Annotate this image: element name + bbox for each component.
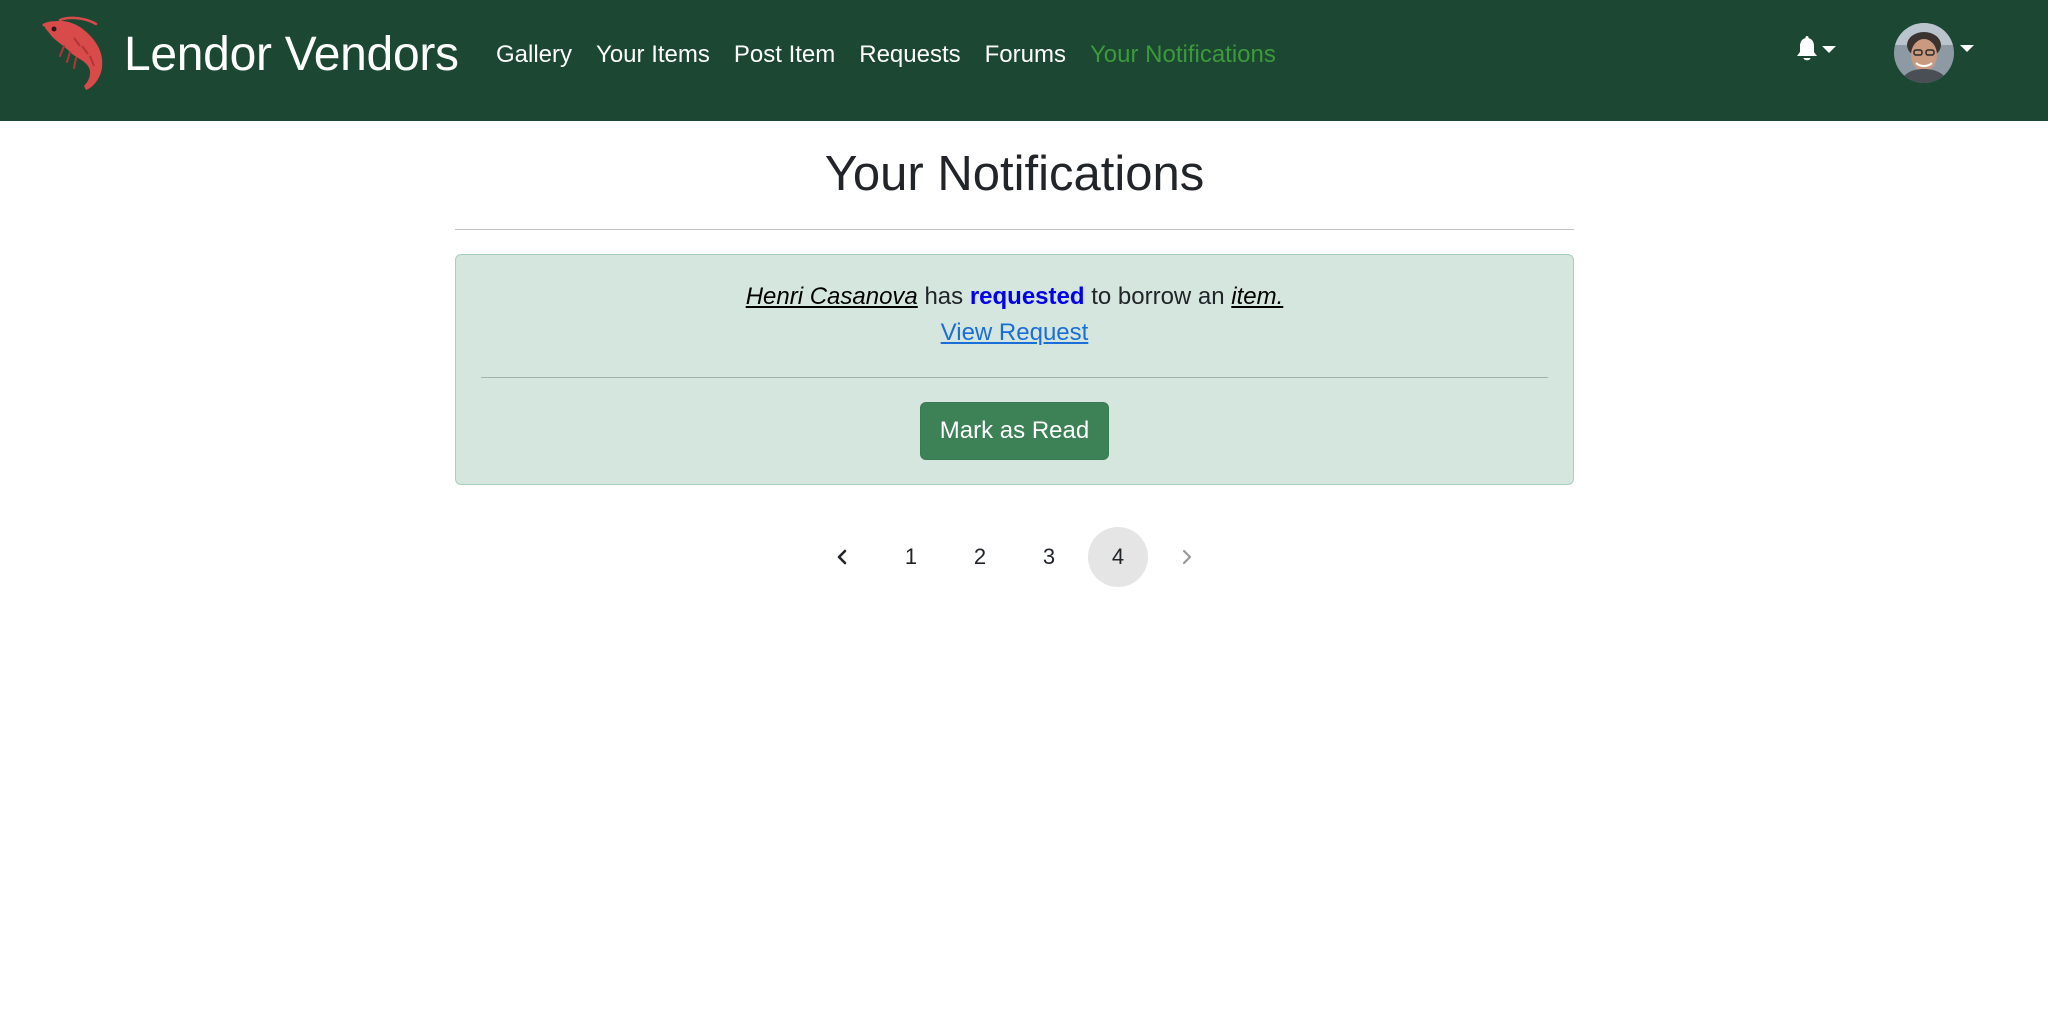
nav-forums[interactable]: Forums — [973, 33, 1078, 77]
bell-icon — [1797, 36, 1817, 61]
page-title: Your Notifications — [824, 147, 1205, 201]
nav-your-items[interactable]: Your Items — [584, 33, 722, 77]
card-divider — [481, 376, 1548, 378]
chevron-left-icon — [837, 549, 847, 565]
notification-text-middle: to borrow an — [1091, 282, 1225, 310]
chevron-down-icon — [1822, 45, 1836, 53]
nav-gallery[interactable]: Gallery — [484, 33, 584, 77]
notifications-dropdown-toggle[interactable] — [1796, 36, 1836, 62]
page-2-button[interactable]: 2 — [950, 527, 1010, 587]
page-4-button[interactable]: 4 — [1088, 527, 1148, 587]
requester-link[interactable]: Henri Casanova — [746, 283, 918, 310]
brand-link[interactable]: Lendor Vendors — [40, 16, 459, 92]
title-divider — [455, 228, 1574, 230]
notification-card: Henri Casanova has requested to borrow a… — [455, 253, 1574, 485]
item-link[interactable]: item. — [1231, 283, 1283, 310]
shrimp-icon — [42, 16, 103, 90]
nav-your-notifications[interactable]: Your Notifications — [1078, 33, 1288, 77]
view-request-link[interactable]: View Request — [941, 315, 1089, 351]
notification-text-has: has — [924, 282, 964, 310]
avatar — [1894, 23, 1954, 83]
main-content: Your Notifications Henri Casanova has re… — [455, 121, 1574, 485]
nav-requests[interactable]: Requests — [847, 33, 972, 77]
chevron-right-icon — [1182, 549, 1192, 565]
top-navbar: Lendor Vendors Gallery Your Items Post I… — [0, 0, 2048, 121]
nav-post-item[interactable]: Post Item — [722, 33, 847, 77]
notification-action: requested — [969, 282, 1085, 310]
previous-page-button[interactable] — [812, 527, 872, 587]
pagination: 1 2 3 4 — [812, 527, 1226, 587]
next-page-button — [1157, 527, 1217, 587]
mark-as-read-button[interactable]: Mark as Read — [919, 401, 1110, 460]
brand-name: Lendor Vendors — [124, 27, 459, 81]
main-nav: Gallery Your Items Post Item Requests Fo… — [484, 0, 1288, 110]
chevron-down-icon — [1960, 44, 1974, 52]
notification-message: Henri Casanova has requested to borrow a… — [481, 279, 1548, 315]
page-3-button[interactable]: 3 — [1019, 527, 1079, 587]
page-1-button[interactable]: 1 — [881, 527, 941, 587]
user-menu-toggle[interactable] — [1894, 23, 1974, 83]
